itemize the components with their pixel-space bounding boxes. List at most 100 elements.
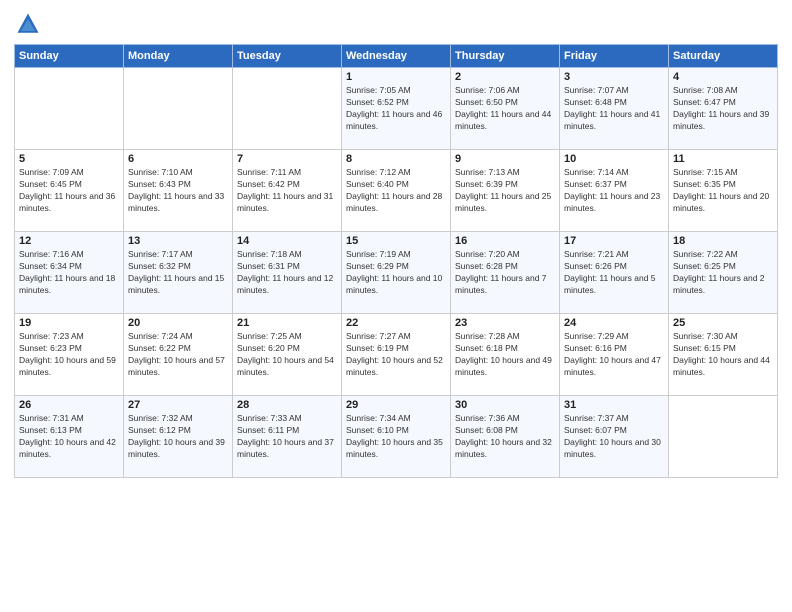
day-number: 28 xyxy=(237,399,337,411)
day-header-tuesday: Tuesday xyxy=(233,45,342,68)
day-number: 26 xyxy=(19,399,119,411)
day-cell: 1Sunrise: 7:05 AMSunset: 6:52 PMDaylight… xyxy=(342,68,451,150)
page: SundayMondayTuesdayWednesdayThursdayFrid… xyxy=(0,0,792,612)
day-number: 20 xyxy=(128,317,228,329)
calendar: SundayMondayTuesdayWednesdayThursdayFrid… xyxy=(14,44,778,478)
day-cell: 19 Sunrise: 7:23 AMSunset: 6:23 PMDayligh… xyxy=(15,314,124,396)
day-cell: 3 Sunrise: 7:07 AMSunset: 6:48 PMDaylight… xyxy=(560,68,669,150)
day-number: 8 xyxy=(346,153,446,165)
logo xyxy=(14,10,46,38)
day-cell: 17 Sunrise: 7:21 AMSunset: 6:26 PMDayligh… xyxy=(560,232,669,314)
day-info: Sunrise: 7:21 AMSunset: 6:26 PMDaylight:… xyxy=(564,249,664,297)
day-number: 2 xyxy=(455,71,555,83)
day-info: Sunrise: 7:11 AMSunset: 6:42 PMDaylight:… xyxy=(237,167,337,215)
day-cell: 18 Sunrise: 7:22 AMSunset: 6:25 PMDayligh… xyxy=(669,232,778,314)
day-number: 11 xyxy=(673,153,773,165)
day-info: Sunrise: 7:34 AMSunset: 6:10 PMDaylight:… xyxy=(346,413,446,461)
day-number: 27 xyxy=(128,399,228,411)
day-number: 4 xyxy=(673,71,773,83)
day-number: 3 xyxy=(564,71,664,83)
day-cell: 9 Sunrise: 7:13 AMSunset: 6:39 PMDaylight… xyxy=(451,150,560,232)
week-row-2: 12 Sunrise: 7:16 AMSunset: 6:34 PMDayligh… xyxy=(15,232,778,314)
days-header-row: SundayMondayTuesdayWednesdayThursdayFrid… xyxy=(15,45,778,68)
day-number: 22 xyxy=(346,317,446,329)
day-info: Sunrise: 7:10 AMSunset: 6:43 PMDaylight:… xyxy=(128,167,228,215)
day-cell: 7 Sunrise: 7:11 AMSunset: 6:42 PMDaylight… xyxy=(233,150,342,232)
day-cell: 14 Sunrise: 7:18 AMSunset: 6:31 PMDayligh… xyxy=(233,232,342,314)
day-cell: 13Sunrise: 7:17 AMSunset: 6:32 PMDayligh… xyxy=(124,232,233,314)
day-info: Sunrise: 7:37 AMSunset: 6:07 PMDaylight:… xyxy=(564,413,664,461)
day-info: Sunrise: 7:23 AMSunset: 6:23 PMDaylight:… xyxy=(19,331,119,379)
day-cell xyxy=(669,396,778,478)
day-cell xyxy=(124,68,233,150)
day-info: Sunrise: 7:07 AMSunset: 6:48 PMDaylight:… xyxy=(564,85,664,133)
day-number: 7 xyxy=(237,153,337,165)
week-row-3: 19 Sunrise: 7:23 AMSunset: 6:23 PMDayligh… xyxy=(15,314,778,396)
day-info: Sunrise: 7:27 AMSunset: 6:19 PMDaylight:… xyxy=(346,331,446,379)
day-cell: 2 Sunrise: 7:06 AMSunset: 6:50 PMDaylight… xyxy=(451,68,560,150)
day-cell: 29 Sunrise: 7:34 AMSunset: 6:10 PMDayligh… xyxy=(342,396,451,478)
day-number: 19 xyxy=(19,317,119,329)
day-cell: 31 Sunrise: 7:37 AMSunset: 6:07 PMDayligh… xyxy=(560,396,669,478)
day-info: Sunrise: 7:12 AMSunset: 6:40 PMDaylight:… xyxy=(346,167,446,215)
day-number: 13 xyxy=(128,235,228,247)
day-info: Sunrise: 7:25 AMSunset: 6:20 PMDaylight:… xyxy=(237,331,337,379)
day-number: 31 xyxy=(564,399,664,411)
day-cell: 11 Sunrise: 7:15 AMSunset: 6:35 PMDayligh… xyxy=(669,150,778,232)
day-info: Sunrise: 7:18 AMSunset: 6:31 PMDaylight:… xyxy=(237,249,337,297)
day-cell xyxy=(233,68,342,150)
day-info: Sunrise: 7:15 AMSunset: 6:35 PMDaylight:… xyxy=(673,167,773,215)
day-info: Sunrise: 7:19 AMSunset: 6:29 PMDaylight:… xyxy=(346,249,446,297)
day-cell: 22 Sunrise: 7:27 AMSunset: 6:19 PMDayligh… xyxy=(342,314,451,396)
day-number: 29 xyxy=(346,399,446,411)
day-cell: 20Sunrise: 7:24 AMSunset: 6:22 PMDayligh… xyxy=(124,314,233,396)
day-header-thursday: Thursday xyxy=(451,45,560,68)
week-row-4: 26 Sunrise: 7:31 AMSunset: 6:13 PMDayligh… xyxy=(15,396,778,478)
day-number: 21 xyxy=(237,317,337,329)
day-number: 14 xyxy=(237,235,337,247)
day-cell xyxy=(15,68,124,150)
day-info: Sunrise: 7:33 AMSunset: 6:11 PMDaylight:… xyxy=(237,413,337,461)
day-info: Sunrise: 7:30 AMSunset: 6:15 PMDaylight:… xyxy=(673,331,773,379)
day-info: Sunrise: 7:29 AMSunset: 6:16 PMDaylight:… xyxy=(564,331,664,379)
day-number: 5 xyxy=(19,153,119,165)
day-cell: 23Sunrise: 7:28 AMSunset: 6:18 PMDayligh… xyxy=(451,314,560,396)
week-row-0: 1Sunrise: 7:05 AMSunset: 6:52 PMDaylight… xyxy=(15,68,778,150)
day-cell: 4 Sunrise: 7:08 AMSunset: 6:47 PMDaylight… xyxy=(669,68,778,150)
day-number: 10 xyxy=(564,153,664,165)
day-info: Sunrise: 7:13 AMSunset: 6:39 PMDaylight:… xyxy=(455,167,555,215)
day-cell: 15 Sunrise: 7:19 AMSunset: 6:29 PMDayligh… xyxy=(342,232,451,314)
day-cell: 30Sunrise: 7:36 AMSunset: 6:08 PMDayligh… xyxy=(451,396,560,478)
day-info: Sunrise: 7:20 AMSunset: 6:28 PMDaylight:… xyxy=(455,249,555,297)
day-info: Sunrise: 7:09 AMSunset: 6:45 PMDaylight:… xyxy=(19,167,119,215)
day-cell: 27 Sunrise: 7:32 AMSunset: 6:12 PMDayligh… xyxy=(124,396,233,478)
day-number: 24 xyxy=(564,317,664,329)
day-number: 18 xyxy=(673,235,773,247)
logo-icon xyxy=(14,10,42,38)
day-number: 15 xyxy=(346,235,446,247)
day-number: 25 xyxy=(673,317,773,329)
day-cell: 28 Sunrise: 7:33 AMSunset: 6:11 PMDayligh… xyxy=(233,396,342,478)
day-info: Sunrise: 7:05 AMSunset: 6:52 PMDaylight:… xyxy=(346,85,446,133)
day-number: 17 xyxy=(564,235,664,247)
day-info: Sunrise: 7:28 AMSunset: 6:18 PMDaylight:… xyxy=(455,331,555,379)
day-info: Sunrise: 7:06 AMSunset: 6:50 PMDaylight:… xyxy=(455,85,555,133)
week-row-1: 5 Sunrise: 7:09 AMSunset: 6:45 PMDaylight… xyxy=(15,150,778,232)
day-number: 9 xyxy=(455,153,555,165)
day-info: Sunrise: 7:08 AMSunset: 6:47 PMDaylight:… xyxy=(673,85,773,133)
day-cell: 12 Sunrise: 7:16 AMSunset: 6:34 PMDayligh… xyxy=(15,232,124,314)
day-info: Sunrise: 7:36 AMSunset: 6:08 PMDaylight:… xyxy=(455,413,555,461)
day-cell: 16 Sunrise: 7:20 AMSunset: 6:28 PMDayligh… xyxy=(451,232,560,314)
day-info: Sunrise: 7:32 AMSunset: 6:12 PMDaylight:… xyxy=(128,413,228,461)
day-cell: 8 Sunrise: 7:12 AMSunset: 6:40 PMDaylight… xyxy=(342,150,451,232)
day-info: Sunrise: 7:16 AMSunset: 6:34 PMDaylight:… xyxy=(19,249,119,297)
day-cell: 10 Sunrise: 7:14 AMSunset: 6:37 PMDayligh… xyxy=(560,150,669,232)
day-info: Sunrise: 7:31 AMSunset: 6:13 PMDaylight:… xyxy=(19,413,119,461)
day-number: 12 xyxy=(19,235,119,247)
day-info: Sunrise: 7:14 AMSunset: 6:37 PMDaylight:… xyxy=(564,167,664,215)
day-cell: 21 Sunrise: 7:25 AMSunset: 6:20 PMDayligh… xyxy=(233,314,342,396)
day-header-saturday: Saturday xyxy=(669,45,778,68)
day-number: 6 xyxy=(128,153,228,165)
day-number: 16 xyxy=(455,235,555,247)
day-info: Sunrise: 7:22 AMSunset: 6:25 PMDaylight:… xyxy=(673,249,773,297)
